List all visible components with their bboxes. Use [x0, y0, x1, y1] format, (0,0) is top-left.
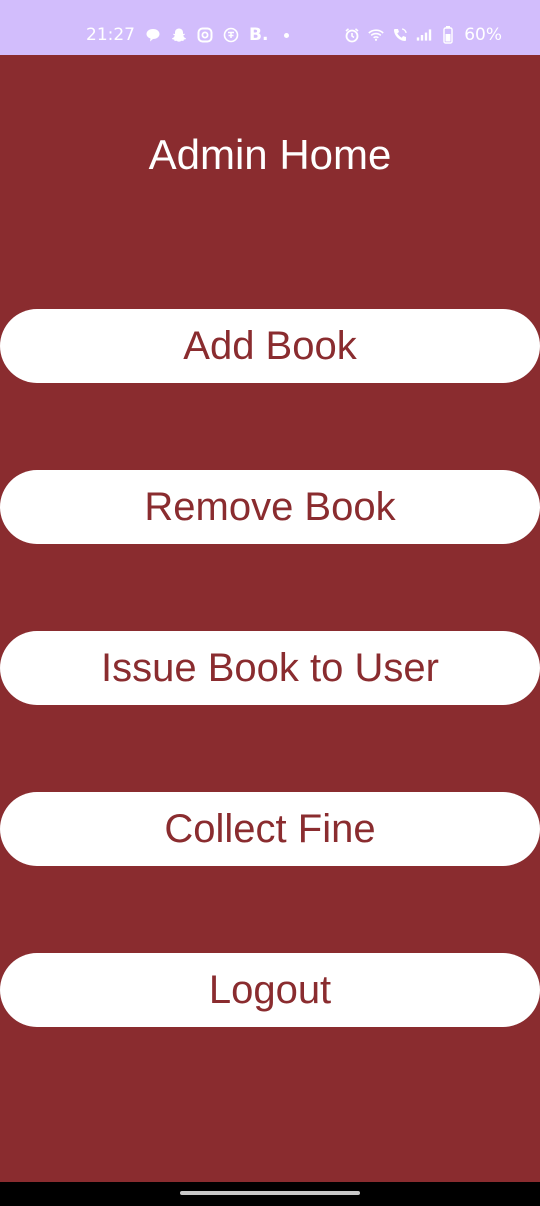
snapchat-icon [171, 27, 187, 43]
signal-icon [416, 27, 432, 43]
add-book-button[interactable]: Add Book [0, 309, 540, 383]
chat-bubble-icon [145, 27, 161, 43]
wifi-call-icon [392, 27, 408, 43]
status-time: 21:27 [86, 25, 135, 45]
home-indicator[interactable] [180, 1191, 360, 1195]
hindi-keyboard-icon [223, 27, 239, 43]
notification-dot-icon [284, 32, 290, 38]
alarm-icon [344, 27, 360, 43]
booking-b-label: B. [249, 24, 269, 45]
status-bar: 21:27 B. 60% [0, 0, 540, 55]
status-bar-right: 60% [344, 24, 502, 46]
remove-book-button[interactable]: Remove Book [0, 470, 540, 544]
collect-fine-button[interactable]: Collect Fine [0, 792, 540, 866]
logout-button[interactable]: Logout [0, 953, 540, 1027]
messenger-icon [197, 27, 213, 43]
battery-icon [440, 26, 456, 44]
navigation-bar [0, 1182, 540, 1206]
issue-book-button[interactable]: Issue Book to User [0, 631, 540, 705]
page-title: Admin Home [148, 131, 392, 178]
wifi-icon [368, 27, 384, 43]
status-bar-left: 21:27 B. [86, 24, 290, 46]
battery-percentage: 60% [464, 25, 502, 45]
